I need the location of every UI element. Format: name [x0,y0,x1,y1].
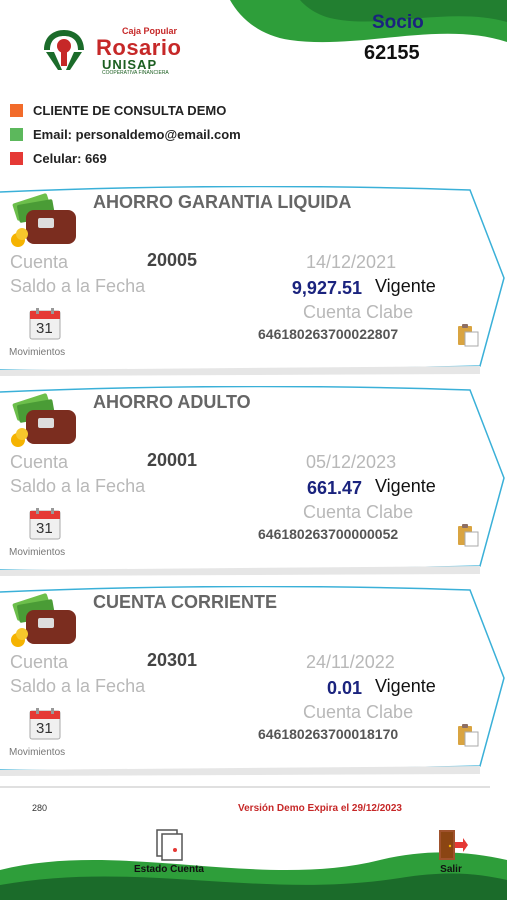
logo-tagline: COOPERATIVA FINANCIERA [102,70,169,76]
exit-door-icon [439,830,468,860]
client-phone: Celular: 669 [33,151,107,166]
saldo-label: Saldo a la Fecha [10,676,146,696]
client-name-row: CLIENTE DE CONSULTA DEMO [10,103,226,118]
cuenta-label: Cuenta [10,652,69,672]
account-status: Vigente [375,476,436,496]
account-balance: 9,927.51 [291,278,362,298]
salir-button[interactable]: Salir [426,828,476,878]
account-date: 14/12/2021 [306,252,397,272]
calendar-icon[interactable]: 31 [28,307,62,341]
account-date: 05/12/2023 [306,452,397,472]
clabe-label: Cuenta Clabe [303,302,414,322]
clipboard-icon[interactable] [457,723,479,747]
clabe-number: 646180263700022807 [258,326,399,342]
cuenta-label: Cuenta [10,452,69,472]
company-logo: Caja Popular Rosario UNISAP COOPERATIVA … [40,26,210,76]
client-email: Email: personaldemo@email.com [33,127,241,142]
client-phone-row: Celular: 669 [10,151,107,166]
list-end-divider [0,786,490,788]
account-card[interactable]: CUENTA CORRIENTE Cuenta 20301 24/11/2022… [0,586,505,776]
account-status: Vigente [375,276,436,296]
socio-number: 62155 [364,42,420,64]
movimientos-link[interactable]: Movimientos [9,347,65,358]
version-notice: Versión Demo Expira el 29/12/2023 [238,803,402,814]
calendar-icon[interactable]: 31 [28,507,62,541]
green-square-icon [10,128,23,141]
red-square-icon [10,152,23,165]
calendar-icon[interactable]: 31 [28,707,62,741]
saldo-label: Saldo a la Fecha [10,276,146,296]
estado-cuenta-label: Estado Cuenta [133,864,204,875]
account-card[interactable]: AHORRO GARANTIA LIQUIDA Cuenta 20005 14/… [0,186,505,376]
account-title: AHORRO GARANTIA LIQUIDA [93,192,352,212]
orange-square-icon [10,104,23,117]
account-title: AHORRO ADULTO [93,392,251,412]
salir-label: Salir [440,864,462,875]
account-number: 20001 [147,450,198,470]
account-date: 24/11/2022 [306,652,395,672]
saldo-label: Saldo a la Fecha [10,476,146,496]
account-status: Vigente [375,676,436,696]
account-number: 20301 [147,650,198,670]
clabe-label: Cuenta Clabe [303,502,414,522]
wallet-money-icon [11,593,76,647]
movimientos-link[interactable]: Movimientos [9,747,65,758]
calendar-day: 31 [36,320,53,337]
socio-label: Socio [372,12,424,33]
clabe-number: 646180263700000052 [258,526,399,542]
account-balance: 661.47 [306,478,362,498]
clabe-label: Cuenta Clabe [303,702,414,722]
clipboard-icon[interactable] [457,323,479,347]
calendar-day: 31 [36,520,53,537]
calendar-day: 31 [36,720,53,737]
clabe-number: 646180263700018170 [258,726,399,742]
account-number: 20005 [147,250,198,270]
logo-mark-icon [44,30,84,70]
wallet-money-icon [11,393,76,447]
wallet-money-icon [11,193,76,247]
client-name: CLIENTE DE CONSULTA DEMO [33,103,227,118]
client-email-row: Email: personaldemo@email.com [10,127,241,142]
account-title: CUENTA CORRIENTE [93,592,277,612]
account-card[interactable]: AHORRO ADULTO Cuenta 20001 05/12/2023 Sa… [0,386,505,576]
cuenta-label: Cuenta [10,252,69,272]
footer-code: 280 [32,803,48,813]
movimientos-link[interactable]: Movimientos [9,547,65,558]
account-balance: 0.01 [326,678,362,698]
document-icon [156,829,183,861]
clipboard-icon[interactable] [457,523,479,547]
estado-cuenta-button[interactable]: Estado Cuenta [124,828,214,878]
